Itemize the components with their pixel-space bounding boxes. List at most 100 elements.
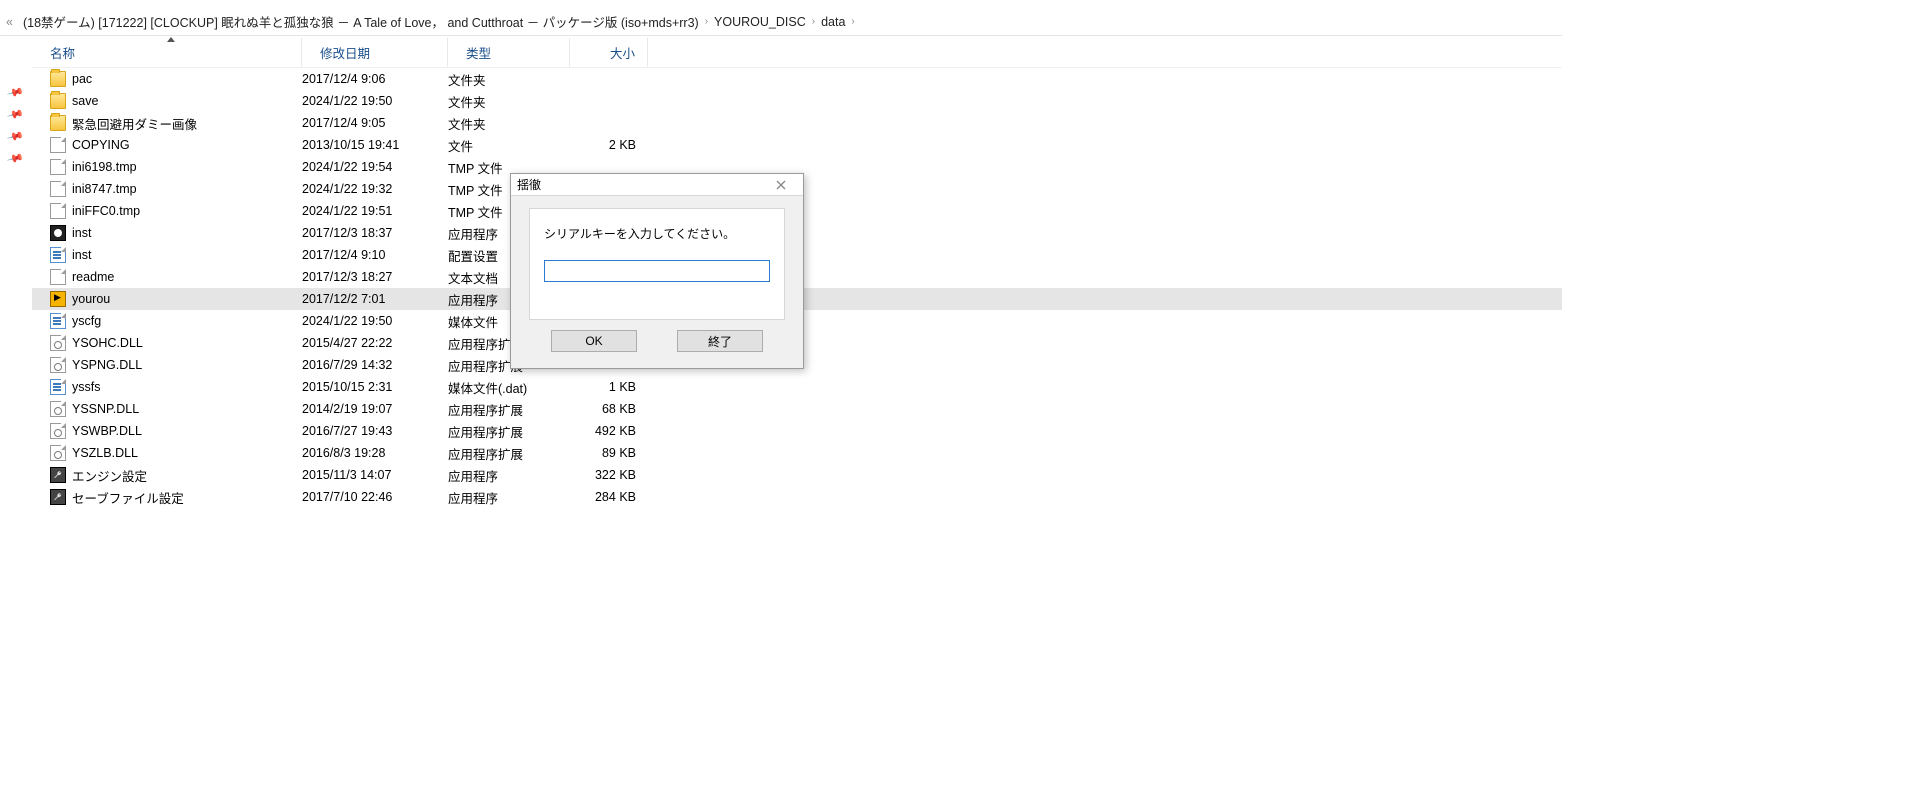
file-name: COPYING xyxy=(72,138,130,152)
chevron-right-icon[interactable]: › xyxy=(810,16,817,27)
serial-key-dialog: 揺徹 シリアルキーを入力してください。 OK 終了 xyxy=(510,173,804,369)
file-date: 2024/1/22 19:51 xyxy=(302,200,448,222)
file-name: ini8747.tmp xyxy=(72,182,137,196)
file-type: 媒体文件(.dat) xyxy=(448,376,570,398)
file-name: save xyxy=(72,94,98,108)
file-icon xyxy=(50,181,66,197)
column-header-date[interactable]: 修改日期 xyxy=(302,38,448,67)
cancel-button[interactable]: 終了 xyxy=(677,330,763,352)
file-type: 应用程序 xyxy=(448,486,570,508)
file-row[interactable]: yssfs 2015/10/15 2:31媒体文件(.dat)1 KB xyxy=(32,376,1562,398)
file-icon xyxy=(50,137,66,153)
file-date: 2024/1/22 19:50 xyxy=(302,90,448,112)
file-row[interactable]: セーブファイル設定2017/7/10 22:46应用程序284 KB xyxy=(32,486,1562,508)
dll-icon xyxy=(50,401,66,417)
file-size xyxy=(570,90,648,112)
file-name: YSZLB.DLL xyxy=(72,446,138,460)
file-date: 2017/12/2 7:01 xyxy=(302,288,448,310)
file-size: 2 KB xyxy=(570,134,648,156)
file-name: pac xyxy=(72,72,92,86)
file-row[interactable]: YSSNP.DLL2014/2/19 19:07应用程序扩展68 KB xyxy=(32,398,1562,420)
breadcrumb[interactable]: « (18禁ゲーム) [171222] [CLOCKUP] 眠れぬ羊と孤独な狼 … xyxy=(0,8,1562,36)
file-type: 应用程序扩展 xyxy=(448,442,570,464)
file-name: エンジン設定 xyxy=(72,466,147,485)
file-icon xyxy=(50,203,66,219)
pin-icon[interactable]: 📌 xyxy=(5,83,24,102)
cfg-icon xyxy=(50,467,66,483)
chevron-right-icon[interactable]: › xyxy=(849,16,856,27)
breadcrumb-item-2[interactable]: data xyxy=(817,15,849,29)
file-name: yssfs xyxy=(72,380,100,394)
file-name: セーブファイル設定 xyxy=(72,488,184,507)
dat-icon xyxy=(50,313,66,329)
dll-icon xyxy=(50,357,66,373)
serial-key-input[interactable] xyxy=(544,260,770,282)
file-date: 2016/7/27 19:43 xyxy=(302,420,448,442)
close-icon[interactable] xyxy=(761,174,801,195)
column-header-size[interactable]: 大小 xyxy=(570,38,648,67)
file-name: iniFFC0.tmp xyxy=(72,204,140,218)
file-name: YSSNP.DLL xyxy=(72,402,139,416)
pin-icon[interactable]: 📌 xyxy=(5,105,24,124)
file-name: YSWBP.DLL xyxy=(72,424,142,438)
file-type: 文件夹 xyxy=(448,68,570,90)
file-date: 2017/12/4 9:06 xyxy=(302,68,448,90)
dialog-message: シリアルキーを入力してください。 xyxy=(544,225,770,242)
file-row[interactable]: pac 2017/12/4 9:06文件夹 xyxy=(32,68,1562,90)
file-size xyxy=(570,68,648,90)
breadcrumb-item-0[interactable]: (18禁ゲーム) [171222] [CLOCKUP] 眠れぬ羊と孤独な狼 － … xyxy=(19,12,703,31)
pin-icon[interactable]: 📌 xyxy=(5,149,24,168)
ok-button[interactable]: OK xyxy=(551,330,637,352)
breadcrumb-overflow-icon[interactable]: « xyxy=(6,15,19,29)
file-row[interactable]: COPYING2013/10/15 19:41文件2 KB xyxy=(32,134,1562,156)
file-row[interactable]: save 2024/1/22 19:50文件夹 xyxy=(32,90,1562,112)
file-row[interactable]: エンジン設定2015/11/3 14:07应用程序322 KB xyxy=(32,464,1562,486)
file-row[interactable]: YSZLB.DLL 2016/8/3 19:28应用程序扩展89 KB xyxy=(32,442,1562,464)
folder-icon xyxy=(50,71,66,87)
file-size: 492 KB xyxy=(570,420,648,442)
file-name: yourou xyxy=(72,292,110,306)
column-header-type[interactable]: 类型 xyxy=(448,38,570,67)
breadcrumb-item-1[interactable]: YOUROU_DISC xyxy=(710,15,810,29)
pin-icon[interactable]: 📌 xyxy=(5,127,24,146)
file-size: 284 KB xyxy=(570,486,648,508)
file-name: inst xyxy=(72,226,91,240)
file-date: 2015/10/15 2:31 xyxy=(302,376,448,398)
dll-icon xyxy=(50,445,66,461)
file-name: ini6198.tmp xyxy=(72,160,137,174)
file-date: 2015/11/3 14:07 xyxy=(302,464,448,486)
file-name: yscfg xyxy=(72,314,101,328)
file-date: 2024/1/22 19:50 xyxy=(302,310,448,332)
file-size xyxy=(570,112,648,134)
file-size: 1 KB xyxy=(570,376,648,398)
file-date: 2017/12/4 9:05 xyxy=(302,112,448,134)
dialog-panel: シリアルキーを入力してください。 xyxy=(529,208,785,320)
dll-icon xyxy=(50,335,66,351)
dialog-titlebar[interactable]: 揺徹 xyxy=(511,174,803,196)
cfg-icon xyxy=(50,489,66,505)
file-date: 2024/1/22 19:32 xyxy=(302,178,448,200)
file-name: 緊急回避用ダミー画像 xyxy=(72,114,197,133)
quick-access-strip: 📌 📌 📌 📌 xyxy=(0,78,30,174)
file-name: YSOHC.DLL xyxy=(72,336,143,350)
file-name: YSPNG.DLL xyxy=(72,358,142,372)
file-type: 文件夹 xyxy=(448,90,570,112)
file-type: 应用程序 xyxy=(448,464,570,486)
chevron-right-icon[interactable]: › xyxy=(703,16,710,27)
dat-icon xyxy=(50,247,66,263)
file-type: 应用程序扩展 xyxy=(448,420,570,442)
file-type: 文件夹 xyxy=(448,112,570,134)
sort-ascending-icon xyxy=(167,37,175,42)
file-size: 89 KB xyxy=(570,442,648,464)
column-header-name-label: 名称 xyxy=(50,43,75,62)
file-icon xyxy=(50,269,66,285)
file-row[interactable]: YSWBP.DLL 2016/7/27 19:43应用程序扩展492 KB xyxy=(32,420,1562,442)
exe-icon xyxy=(50,291,66,307)
file-row[interactable]: 緊急回避用ダミー画像 2017/12/4 9:05文件夹 xyxy=(32,112,1562,134)
column-header-name[interactable]: 名称 xyxy=(32,38,302,67)
dll-icon xyxy=(50,423,66,439)
file-date: 2016/8/3 19:28 xyxy=(302,442,448,464)
file-date: 2013/10/15 19:41 xyxy=(302,134,448,156)
dialog-title: 揺徹 xyxy=(517,176,541,193)
folder-icon xyxy=(50,115,66,131)
